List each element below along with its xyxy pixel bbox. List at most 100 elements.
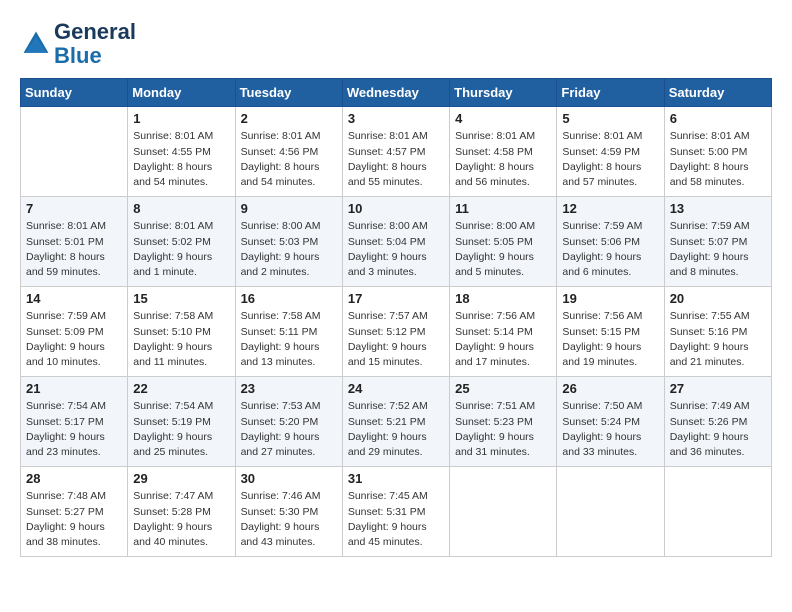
logo-icon — [20, 28, 52, 60]
day-info: Sunrise: 8:01 AMSunset: 5:00 PMDaylight:… — [670, 129, 766, 190]
day-of-week-header: Sunday — [21, 79, 128, 107]
calendar-cell: 22 Sunrise: 7:54 AMSunset: 5:19 PMDayligh… — [128, 377, 235, 467]
calendar-cell: 30 Sunrise: 7:46 AMSunset: 5:30 PMDayligh… — [235, 467, 342, 557]
page-header: General Blue — [20, 20, 772, 68]
calendar-cell: 2 Sunrise: 8:01 AMSunset: 4:56 PMDaylight… — [235, 107, 342, 197]
day-number: 28 — [26, 471, 122, 486]
day-number: 18 — [455, 291, 551, 306]
calendar-week-row: 7 Sunrise: 8:01 AMSunset: 5:01 PMDaylight… — [21, 197, 772, 287]
day-number: 3 — [348, 111, 444, 126]
day-info: Sunrise: 7:55 AMSunset: 5:16 PMDaylight:… — [670, 309, 766, 370]
day-number: 21 — [26, 381, 122, 396]
day-info: Sunrise: 8:00 AMSunset: 5:04 PMDaylight:… — [348, 219, 444, 280]
logo: General Blue — [20, 20, 136, 68]
day-info: Sunrise: 7:52 AMSunset: 5:21 PMDaylight:… — [348, 399, 444, 460]
calendar-cell — [557, 467, 664, 557]
calendar-cell: 5 Sunrise: 8:01 AMSunset: 4:59 PMDaylight… — [557, 107, 664, 197]
calendar-cell: 4 Sunrise: 8:01 AMSunset: 4:58 PMDaylight… — [450, 107, 557, 197]
day-info: Sunrise: 7:59 AMSunset: 5:06 PMDaylight:… — [562, 219, 658, 280]
day-number: 7 — [26, 201, 122, 216]
calendar-cell: 12Sunrise: 7:59 AMSunset: 5:06 PMDayligh… — [557, 197, 664, 287]
day-info: Sunrise: 7:49 AMSunset: 5:26 PMDaylight:… — [670, 399, 766, 460]
calendar-cell: 7 Sunrise: 8:01 AMSunset: 5:01 PMDaylight… — [21, 197, 128, 287]
day-info: Sunrise: 8:01 AMSunset: 5:02 PMDaylight:… — [133, 219, 229, 280]
calendar-cell: 21 Sunrise: 7:54 AMSunset: 5:17 PMDayligh… — [21, 377, 128, 467]
day-number: 30 — [241, 471, 337, 486]
day-info: Sunrise: 8:00 AMSunset: 5:03 PMDaylight:… — [241, 219, 337, 280]
day-number: 31 — [348, 471, 444, 486]
day-info: Sunrise: 8:01 AMSunset: 4:55 PMDaylight:… — [133, 129, 229, 190]
day-info: Sunrise: 7:58 AMSunset: 5:11 PMDaylight:… — [241, 309, 337, 370]
day-info: Sunrise: 7:57 AMSunset: 5:12 PMDaylight:… — [348, 309, 444, 370]
calendar-week-row: 14 Sunrise: 7:59 AMSunset: 5:09 PMDayligh… — [21, 287, 772, 377]
calendar-cell: 16 Sunrise: 7:58 AMSunset: 5:11 PMDayligh… — [235, 287, 342, 377]
day-info: Sunrise: 7:51 AMSunset: 5:23 PMDaylight:… — [455, 399, 551, 460]
day-info: Sunrise: 8:01 AMSunset: 4:58 PMDaylight:… — [455, 129, 551, 190]
calendar-cell: 13Sunrise: 7:59 AMSunset: 5:07 PMDayligh… — [664, 197, 771, 287]
day-info: Sunrise: 7:46 AMSunset: 5:30 PMDaylight:… — [241, 489, 337, 550]
day-number: 22 — [133, 381, 229, 396]
day-info: Sunrise: 7:59 AMSunset: 5:07 PMDaylight:… — [670, 219, 766, 280]
calendar-cell: 19Sunrise: 7:56 AMSunset: 5:15 PMDayligh… — [557, 287, 664, 377]
day-of-week-header: Thursday — [450, 79, 557, 107]
calendar-cell: 28 Sunrise: 7:48 AMSunset: 5:27 PMDayligh… — [21, 467, 128, 557]
day-number: 24 — [348, 381, 444, 396]
day-info: Sunrise: 8:00 AMSunset: 5:05 PMDaylight:… — [455, 219, 551, 280]
calendar-cell — [664, 467, 771, 557]
calendar-cell: 17 Sunrise: 7:57 AMSunset: 5:12 PMDayligh… — [342, 287, 449, 377]
calendar-cell: 3 Sunrise: 8:01 AMSunset: 4:57 PMDaylight… — [342, 107, 449, 197]
calendar-cell: 6Sunrise: 8:01 AMSunset: 5:00 PMDaylight… — [664, 107, 771, 197]
calendar-cell: 15Sunrise: 7:58 AMSunset: 5:10 PMDayligh… — [128, 287, 235, 377]
day-info: Sunrise: 7:54 AMSunset: 5:19 PMDaylight:… — [133, 399, 229, 460]
day-info: Sunrise: 8:01 AMSunset: 5:01 PMDaylight:… — [26, 219, 122, 280]
day-info: Sunrise: 8:01 AMSunset: 4:56 PMDaylight:… — [241, 129, 337, 190]
day-info: Sunrise: 7:59 AMSunset: 5:09 PMDaylight:… — [26, 309, 122, 370]
logo-text: General Blue — [54, 20, 136, 68]
calendar-cell: 10 Sunrise: 8:00 AMSunset: 5:04 PMDayligh… — [342, 197, 449, 287]
day-of-week-header: Friday — [557, 79, 664, 107]
day-number: 20 — [670, 291, 766, 306]
calendar-cell: 20 Sunrise: 7:55 AMSunset: 5:16 PMDayligh… — [664, 287, 771, 377]
day-info: Sunrise: 7:53 AMSunset: 5:20 PMDaylight:… — [241, 399, 337, 460]
day-number: 29 — [133, 471, 229, 486]
calendar-cell: 18 Sunrise: 7:56 AMSunset: 5:14 PMDayligh… — [450, 287, 557, 377]
day-number: 2 — [241, 111, 337, 126]
calendar-cell: 24 Sunrise: 7:52 AMSunset: 5:21 PMDayligh… — [342, 377, 449, 467]
calendar-cell: 9 Sunrise: 8:00 AMSunset: 5:03 PMDaylight… — [235, 197, 342, 287]
day-number: 10 — [348, 201, 444, 216]
calendar-cell: 27 Sunrise: 7:49 AMSunset: 5:26 PMDayligh… — [664, 377, 771, 467]
day-number: 1 — [133, 111, 229, 126]
day-number: 14 — [26, 291, 122, 306]
calendar-cell: 26Sunrise: 7:50 AMSunset: 5:24 PMDayligh… — [557, 377, 664, 467]
calendar-week-row: 28 Sunrise: 7:48 AMSunset: 5:27 PMDayligh… — [21, 467, 772, 557]
day-number: 5 — [562, 111, 658, 126]
day-of-week-header: Saturday — [664, 79, 771, 107]
calendar-cell: 1 Sunrise: 8:01 AMSunset: 4:55 PMDaylight… — [128, 107, 235, 197]
day-info: Sunrise: 8:01 AMSunset: 4:59 PMDaylight:… — [562, 129, 658, 190]
day-number: 17 — [348, 291, 444, 306]
day-info: Sunrise: 7:45 AMSunset: 5:31 PMDaylight:… — [348, 489, 444, 550]
day-number: 4 — [455, 111, 551, 126]
day-of-week-header: Wednesday — [342, 79, 449, 107]
day-number: 23 — [241, 381, 337, 396]
calendar-cell — [21, 107, 128, 197]
calendar-cell — [450, 467, 557, 557]
day-number: 25 — [455, 381, 551, 396]
day-info: Sunrise: 8:01 AMSunset: 4:57 PMDaylight:… — [348, 129, 444, 190]
calendar-week-row: 21 Sunrise: 7:54 AMSunset: 5:17 PMDayligh… — [21, 377, 772, 467]
calendar-cell: 25 Sunrise: 7:51 AMSunset: 5:23 PMDayligh… — [450, 377, 557, 467]
day-info: Sunrise: 7:58 AMSunset: 5:10 PMDaylight:… — [133, 309, 229, 370]
calendar-cell: 31 Sunrise: 7:45 AMSunset: 5:31 PMDayligh… — [342, 467, 449, 557]
day-info: Sunrise: 7:48 AMSunset: 5:27 PMDaylight:… — [26, 489, 122, 550]
calendar-header-row: SundayMondayTuesdayWednesdayThursdayFrid… — [21, 79, 772, 107]
calendar-cell: 14 Sunrise: 7:59 AMSunset: 5:09 PMDayligh… — [21, 287, 128, 377]
day-of-week-header: Monday — [128, 79, 235, 107]
day-number: 9 — [241, 201, 337, 216]
calendar-cell: 29Sunrise: 7:47 AMSunset: 5:28 PMDayligh… — [128, 467, 235, 557]
day-info: Sunrise: 7:54 AMSunset: 5:17 PMDaylight:… — [26, 399, 122, 460]
day-number: 16 — [241, 291, 337, 306]
calendar-table: SundayMondayTuesdayWednesdayThursdayFrid… — [20, 78, 772, 557]
day-info: Sunrise: 7:56 AMSunset: 5:14 PMDaylight:… — [455, 309, 551, 370]
day-number: 27 — [670, 381, 766, 396]
day-info: Sunrise: 7:50 AMSunset: 5:24 PMDaylight:… — [562, 399, 658, 460]
